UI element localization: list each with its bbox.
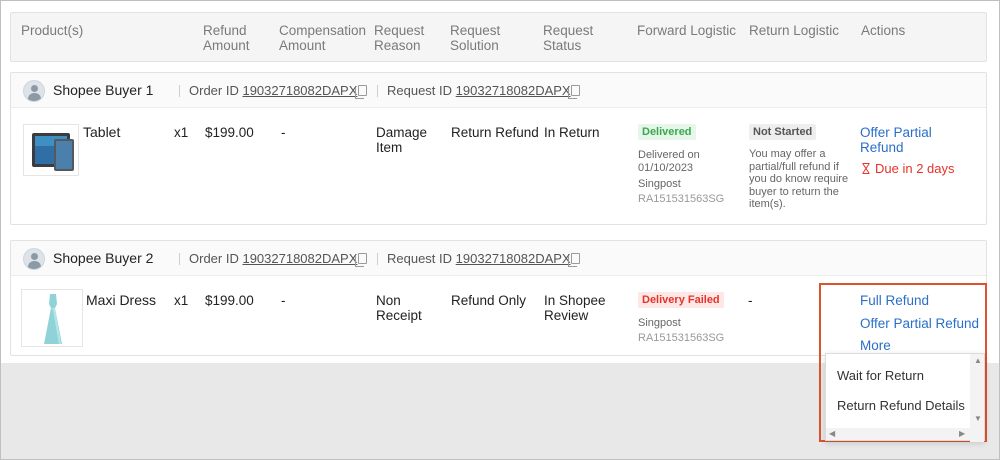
order-card: Shopee Buyer 1 Order ID 19032718082DAPX … [10, 72, 987, 225]
user-avatar-icon [23, 80, 45, 102]
due-notice: Due in 2 days [875, 161, 955, 176]
return-logistic-value: - [748, 293, 753, 308]
product-name: Maxi Dress [86, 292, 157, 308]
table-header: Product(s) Refund Amount Compensation Am… [10, 12, 987, 62]
divider [179, 253, 180, 265]
request-status: In Shopee Review [544, 293, 606, 323]
request-id: Request ID 19032718082DAPX [387, 83, 571, 98]
delivered-on-label: Delivered on [638, 149, 700, 161]
horizontal-scrollbar[interactable]: ◀ ▶ [826, 428, 972, 440]
order-header: Shopee Buyer 1 Order ID 19032718082DAPX … [11, 73, 986, 108]
col-actions: Actions [861, 23, 906, 38]
request-status: In Return [544, 125, 600, 140]
col-request-status: Request Status [543, 23, 594, 53]
col-request-solution: Request Solution [450, 23, 501, 53]
maxi-dress-image [21, 289, 83, 347]
user-avatar-icon [23, 248, 45, 270]
scroll-right-icon[interactable]: ▶ [959, 429, 965, 438]
status-badge: Delivered [638, 124, 696, 140]
menu-item-wait-for-return[interactable]: Wait for Return [837, 368, 924, 383]
copy-icon[interactable] [568, 85, 580, 99]
quantity: x1 [174, 293, 189, 308]
refund-amount: $199.00 [205, 125, 254, 140]
more-dropdown-menu: Wait for Return Return Refund Details ▲ … [825, 353, 985, 442]
order-id: Order ID 19032718082DAPX [189, 251, 357, 266]
refund-amount: $199.00 [205, 293, 254, 308]
request-reason: Damage Item [376, 125, 428, 155]
order-id-value[interactable]: 19032718082DAPX [242, 83, 357, 98]
copy-icon[interactable] [355, 253, 367, 267]
quantity: x1 [174, 125, 189, 140]
status-badge: Delivery Failed [638, 292, 724, 308]
request-solution: Return Refund [451, 125, 539, 140]
col-refund-amount: Refund Amount [203, 23, 250, 53]
order-id-label: Order ID [189, 83, 239, 98]
menu-item-return-refund-details[interactable]: Return Refund Details [837, 398, 965, 413]
request-reason: Non Receipt [376, 293, 422, 323]
col-compensation-amount: Compensation Amount [279, 23, 367, 53]
offer-partial-refund-link[interactable]: Offer Partial Refund [860, 125, 932, 155]
delivered-date: 01/10/2023 [638, 162, 694, 174]
col-return-logistic: Return Logistic [749, 23, 840, 38]
vertical-scrollbar[interactable]: ▲ ▼ [970, 354, 984, 442]
col-forward-logistic: Forward Logistic [637, 23, 737, 38]
divider [377, 253, 378, 265]
order-id: Order ID 19032718082DAPX [189, 83, 357, 98]
carrier: Singpost [638, 178, 681, 190]
return-note: You may offer a partial/full refund if y… [749, 148, 849, 210]
request-id-label: Request ID [387, 83, 453, 98]
scroll-left-icon[interactable]: ◀ [829, 429, 835, 438]
copy-icon[interactable] [568, 253, 580, 267]
request-id-value[interactable]: 19032718082DAPX [456, 251, 571, 266]
request-id: Request ID 19032718082DAPX [387, 251, 571, 266]
divider [179, 85, 180, 97]
scroll-up-icon[interactable]: ▲ [974, 356, 982, 365]
status-badge: Not Started [749, 124, 817, 140]
scroll-down-icon[interactable]: ▼ [974, 414, 982, 423]
col-request-reason: Request Reason [374, 23, 425, 53]
request-id-label: Request ID [387, 251, 453, 266]
buyer-name: Shopee Buyer 1 [53, 82, 154, 98]
buyer-name: Shopee Buyer 2 [53, 250, 154, 266]
order-header: Shopee Buyer 2 Order ID 19032718082DAPX … [11, 241, 986, 276]
compensation-amount: - [281, 125, 286, 140]
order-id-label: Order ID [189, 251, 239, 266]
tracking-number: RA151531563SG [638, 193, 725, 205]
request-id-value[interactable]: 19032718082DAPX [456, 83, 571, 98]
request-solution: Refund Only [451, 293, 527, 308]
order-id-value[interactable]: 19032718082DAPX [242, 251, 357, 266]
copy-icon[interactable] [355, 85, 367, 99]
tracking-number: RA151531563SG [638, 332, 725, 344]
hourglass-icon [862, 162, 870, 174]
compensation-amount: - [281, 293, 286, 308]
divider [377, 85, 378, 97]
carrier: Singpost [638, 317, 681, 329]
tablet-image [23, 124, 79, 176]
product-name: Tablet [83, 124, 121, 140]
col-products: Product(s) [21, 23, 84, 38]
